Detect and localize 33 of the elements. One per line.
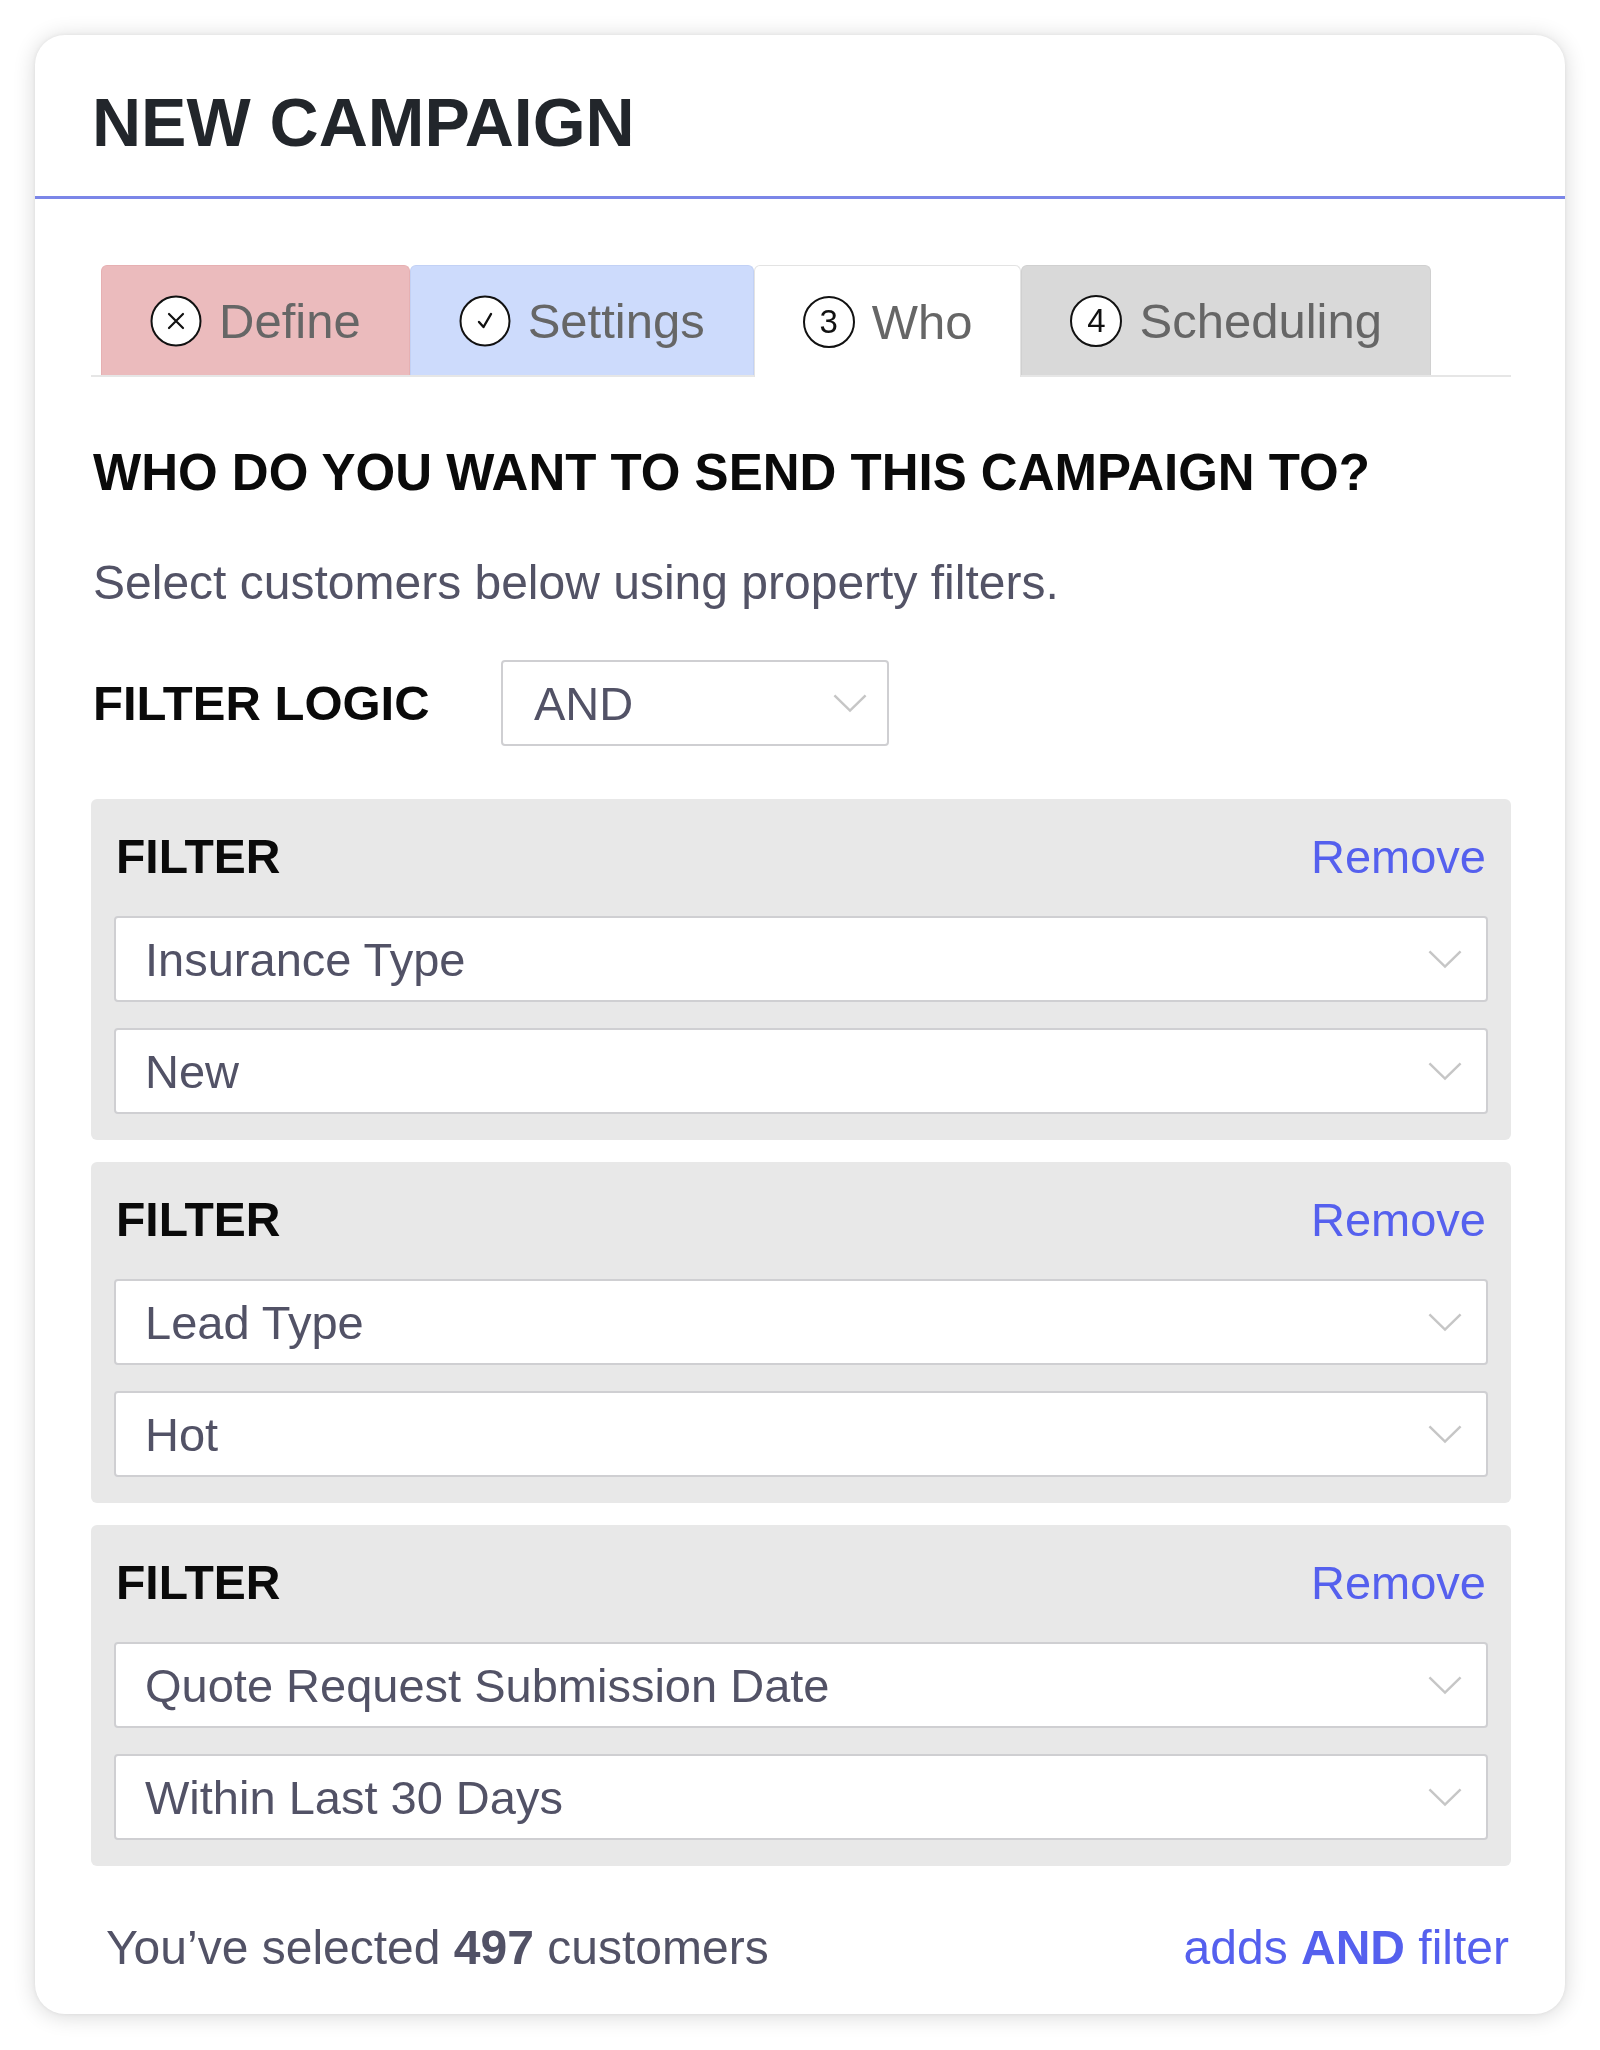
filter-logic-dropdown[interactable]: AND bbox=[501, 660, 889, 746]
property-dropdown[interactable]: Insurance Type bbox=[114, 916, 1488, 1002]
chevron-down-icon bbox=[1428, 1312, 1462, 1332]
step-tab[interactable]: Settings bbox=[409, 265, 754, 375]
chevron-down-icon bbox=[1428, 1675, 1462, 1695]
step-number: 3 bbox=[802, 295, 855, 348]
chevron-down-icon bbox=[833, 693, 867, 713]
filter-title: FILTER bbox=[116, 828, 281, 884]
chevron-down-icon bbox=[1428, 1424, 1462, 1444]
close-circle-icon bbox=[150, 294, 202, 347]
section-description: Select customers below using property filters. bbox=[93, 558, 1060, 608]
value-dropdown[interactable]: Within Last 30 Days bbox=[114, 1754, 1488, 1840]
check-circle-icon bbox=[458, 294, 511, 347]
value-dropdown[interactable]: Hot bbox=[114, 1391, 1488, 1477]
selection-summary: You’ve selected 497 customers bbox=[106, 1922, 769, 1974]
property-dropdown[interactable]: Lead Type bbox=[114, 1279, 1488, 1365]
chevron-down-icon bbox=[1428, 949, 1462, 969]
add-filter-link[interactable]: adds AND filter bbox=[1183, 1922, 1509, 1974]
step-tab[interactable]: 3 Who bbox=[753, 265, 1022, 377]
chevron-down-icon bbox=[1428, 1787, 1462, 1807]
step-tab[interactable]: 4 Scheduling bbox=[1021, 265, 1431, 375]
remove-link[interactable]: Remove bbox=[1311, 1191, 1486, 1247]
step-number: 4 bbox=[1070, 294, 1123, 347]
filter-title: FILTER bbox=[116, 1191, 281, 1247]
remove-link[interactable]: Remove bbox=[1311, 828, 1486, 884]
page-title: NEW CAMPAIGN bbox=[92, 90, 636, 154]
filter-title: FILTER bbox=[116, 1554, 281, 1610]
chevron-down-icon bbox=[1428, 1061, 1462, 1081]
value-dropdown[interactable]: New bbox=[114, 1028, 1488, 1114]
property-dropdown[interactable]: Quote Request Submission Date bbox=[114, 1642, 1488, 1728]
section-heading: WHO DO YOU WANT TO SEND THIS CAMPAIGN TO? bbox=[93, 445, 1371, 500]
filter-logic-label: FILTER LOGIC bbox=[92, 675, 431, 731]
remove-link[interactable]: Remove bbox=[1311, 1554, 1486, 1610]
